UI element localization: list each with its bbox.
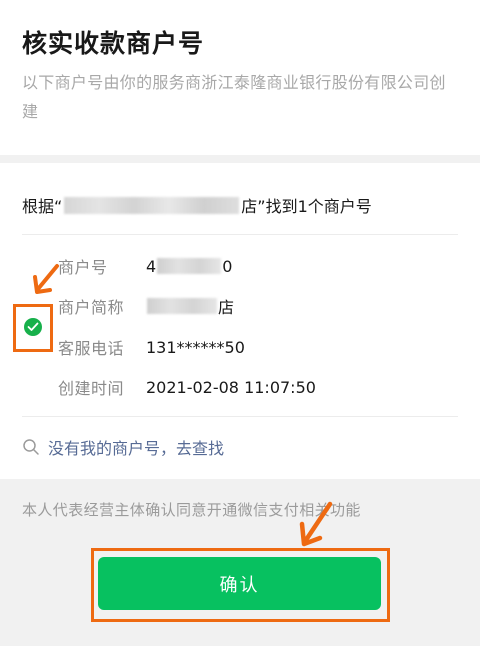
search-icon [23,439,39,455]
header-section: 核实收款商户号 以下商户号由你的服务商浙江泰隆商业银行股份有限公司创建 [0,0,480,155]
merchant-id-prefix: 4 [146,256,157,276]
service-phone-label: 客服电话 [58,339,125,358]
merchant-short-name-label: 商户简称 [58,298,125,317]
annotation-arrow-icon [299,501,333,547]
merchant-id-label: 商户号 [58,258,108,277]
found-suffix: 店”找到1个商户号 [241,197,372,216]
service-phone-value: 131******50 [146,337,245,357]
merchant-id-row: 商户号 4 0 [58,254,232,278]
merchant-short-name-value: 店 [146,294,234,318]
merchant-id-value: 4 0 [146,257,232,276]
merchant-id-suffix: 0 [222,256,233,276]
created-time-value: 2021-02-08 11:07:50 [146,377,316,397]
selection-highlight[interactable] [13,304,53,352]
found-prefix: 根据“ [22,197,63,216]
merchant-short-name-suffix: 店 [218,298,235,317]
merchant-short-name-row: 商户简称 店 [58,294,234,318]
page-title: 核实收款商户号 [22,29,205,58]
redacted-merchant-id [157,258,222,274]
redacted-store-name [64,196,240,214]
redacted-short-name [147,298,217,314]
divider [22,234,458,235]
find-merchant-link[interactable]: 没有我的商户号，去查找 [22,435,224,459]
divider [22,416,458,417]
merchant-card: 根据“ 店”找到1个商户号 商户号 4 0 商户简称 店 客服电话 131***… [0,163,480,479]
created-time-label: 创建时间 [58,379,125,398]
confirm-button[interactable]: 确认 [98,557,381,610]
found-merchant-text: 根据“ 店”找到1个商户号 [22,193,372,217]
checked-icon[interactable] [24,318,42,336]
find-merchant-label: 没有我的商户号，去查找 [48,439,225,458]
service-phone-row: 客服电话 131******50 [58,335,245,359]
page-subtitle: 以下商户号由你的服务商浙江泰隆商业银行股份有限公司创建 [22,73,446,121]
created-time-row: 创建时间 2021-02-08 11:07:50 [58,375,316,399]
